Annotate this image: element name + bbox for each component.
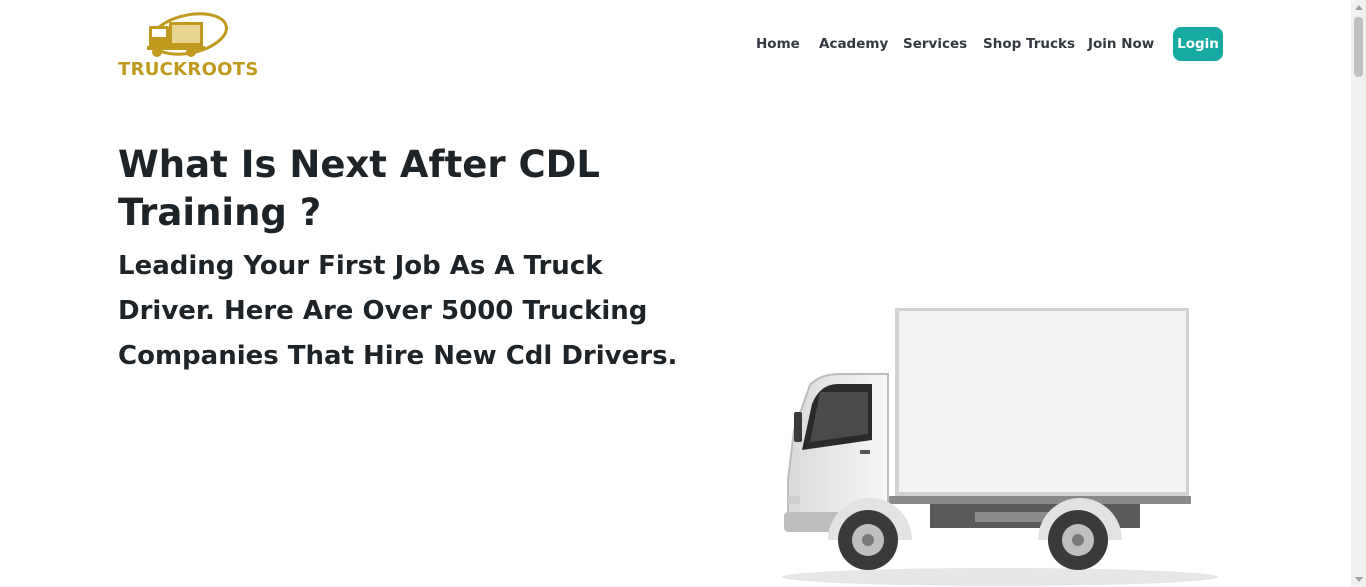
scroll-down-icon[interactable] <box>1355 577 1363 582</box>
nav-home[interactable]: Home <box>756 27 800 61</box>
brand-name: TRUCKROOTS <box>118 59 259 80</box>
nav-services[interactable]: Services <box>903 27 967 61</box>
nav-academy[interactable]: Academy <box>819 27 888 61</box>
nav-join-now[interactable]: Join Now <box>1088 27 1154 61</box>
box-truck-illustration <box>782 308 1218 586</box>
hero-subtitle: Leading Your First Job As A Truck Driver… <box>118 251 678 371</box>
page-scrollbar[interactable] <box>1351 0 1366 587</box>
nav-shop-trucks[interactable]: Shop Trucks <box>983 27 1075 61</box>
brand-logo[interactable]: TRUCKROOTS <box>117 10 259 80</box>
truck-logo-icon <box>147 12 228 57</box>
scroll-up-icon[interactable] <box>1355 5 1363 10</box>
login-button[interactable]: Login <box>1173 27 1223 61</box>
hero-title: What Is Next After CDL Training ? <box>118 143 600 234</box>
scrollbar-thumb[interactable] <box>1354 17 1363 77</box>
